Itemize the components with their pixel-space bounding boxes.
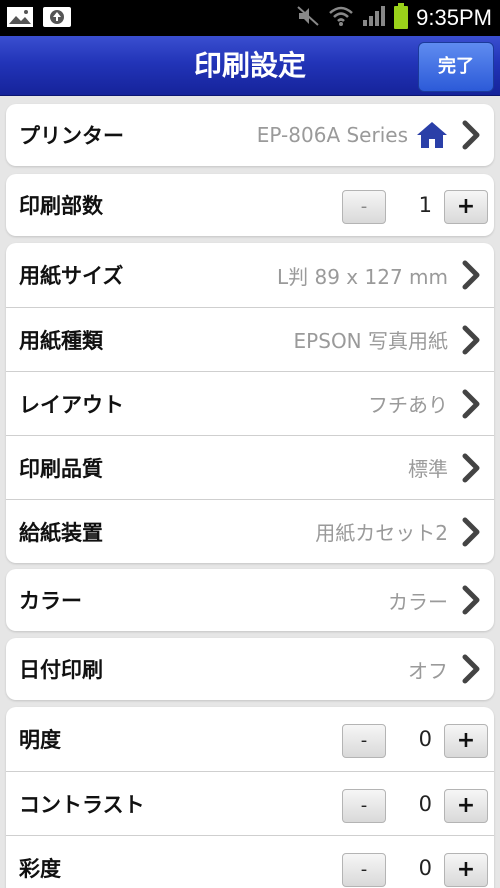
brightness-plus-button[interactable]: +	[444, 724, 488, 758]
printer-value: EP-806A Series	[256, 123, 408, 147]
saturation-minus-button[interactable]: -	[342, 852, 386, 887]
layout-label: レイアウト	[19, 392, 124, 417]
date-print-group: 日付印刷 オフ	[6, 638, 494, 700]
chevron-right-icon	[462, 517, 480, 546]
color-row[interactable]: カラー カラー	[6, 569, 494, 631]
paper-source-row[interactable]: 給紙装置 用紙カセット2	[6, 499, 494, 563]
printer-label: プリンター	[19, 124, 124, 148]
home-icon	[417, 122, 447, 148]
print-quality-value: 標準	[408, 457, 448, 481]
contrast-label: コントラスト	[19, 792, 145, 817]
copies-label: 印刷部数	[19, 194, 103, 218]
color-value: カラー	[388, 589, 448, 614]
chevron-right-icon	[462, 325, 480, 354]
done-button[interactable]: 完了	[418, 42, 494, 92]
paper-type-label: 用紙種類	[19, 328, 103, 353]
wifi-icon	[328, 5, 354, 31]
saturation-label: 彩度	[19, 856, 61, 881]
brightness-label: 明度	[19, 728, 61, 752]
saturation-value: 0	[418, 855, 432, 880]
print-quality-label: 印刷品質	[19, 456, 103, 481]
color-label: カラー	[19, 589, 82, 613]
signal-icon	[362, 5, 386, 31]
copies-minus-button[interactable]: -	[342, 190, 386, 224]
paper-source-value: 用紙カセット2	[315, 521, 448, 545]
brightness-row: 明度 - 0 +	[6, 707, 494, 771]
paper-settings-group: 用紙サイズ L判 89 x 127 mm 用紙種類 EPSON 写真用紙 レイア…	[6, 243, 494, 563]
image-icon	[6, 5, 34, 33]
paper-type-value: EPSON 写真用紙	[293, 329, 448, 353]
chevron-right-icon	[462, 260, 480, 290]
chevron-right-icon	[462, 389, 480, 418]
paper-size-label: 用紙サイズ	[19, 264, 124, 288]
date-print-value: オフ	[408, 658, 448, 683]
saturation-row: 彩度 - 0 +	[6, 835, 494, 888]
title-bar: 印刷設定 完了	[0, 36, 500, 96]
contrast-plus-button[interactable]: +	[444, 788, 488, 823]
color-group: カラー カラー	[6, 569, 494, 631]
layout-value: フチあり	[368, 393, 448, 417]
print-quality-row[interactable]: 印刷品質 標準	[6, 435, 494, 499]
paper-size-row[interactable]: 用紙サイズ L判 89 x 127 mm	[6, 243, 494, 307]
chevron-right-icon	[462, 654, 480, 684]
saturation-plus-button[interactable]: +	[444, 852, 488, 887]
printer-row[interactable]: プリンター EP-806A Series	[6, 104, 494, 166]
status-time: 9:35PM	[416, 5, 492, 30]
status-bar: 9:35PM	[0, 0, 500, 36]
chevron-right-icon	[462, 120, 480, 150]
contrast-value: 0	[418, 791, 432, 816]
layout-row[interactable]: レイアウト フチあり	[6, 371, 494, 435]
chevron-right-icon	[462, 585, 480, 615]
adjustments-group: 明度 - 0 + コントラスト - 0 + 彩度 - 0 +	[6, 707, 494, 888]
copies-plus-button[interactable]: +	[444, 190, 488, 224]
paper-type-row[interactable]: 用紙種類 EPSON 写真用紙	[6, 307, 494, 371]
chevron-right-icon	[462, 453, 480, 482]
date-print-row[interactable]: 日付印刷 オフ	[6, 638, 494, 700]
contrast-row: コントラスト - 0 +	[6, 771, 494, 835]
contrast-minus-button[interactable]: -	[342, 788, 386, 823]
printer-group: プリンター EP-806A Series	[6, 104, 494, 166]
brightness-value: 0	[418, 727, 432, 751]
mute-icon	[296, 5, 320, 31]
copies-row: 印刷部数 - 1 +	[6, 174, 494, 236]
paper-size-value: L判 89 x 127 mm	[277, 264, 448, 289]
brightness-minus-button[interactable]: -	[342, 724, 386, 758]
date-print-label: 日付印刷	[19, 658, 103, 682]
upload-icon	[42, 5, 72, 33]
copies-value: 1	[418, 193, 432, 217]
battery-icon	[394, 3, 409, 33]
copies-group: 印刷部数 - 1 +	[6, 174, 494, 236]
paper-source-label: 給紙装置	[19, 520, 103, 545]
